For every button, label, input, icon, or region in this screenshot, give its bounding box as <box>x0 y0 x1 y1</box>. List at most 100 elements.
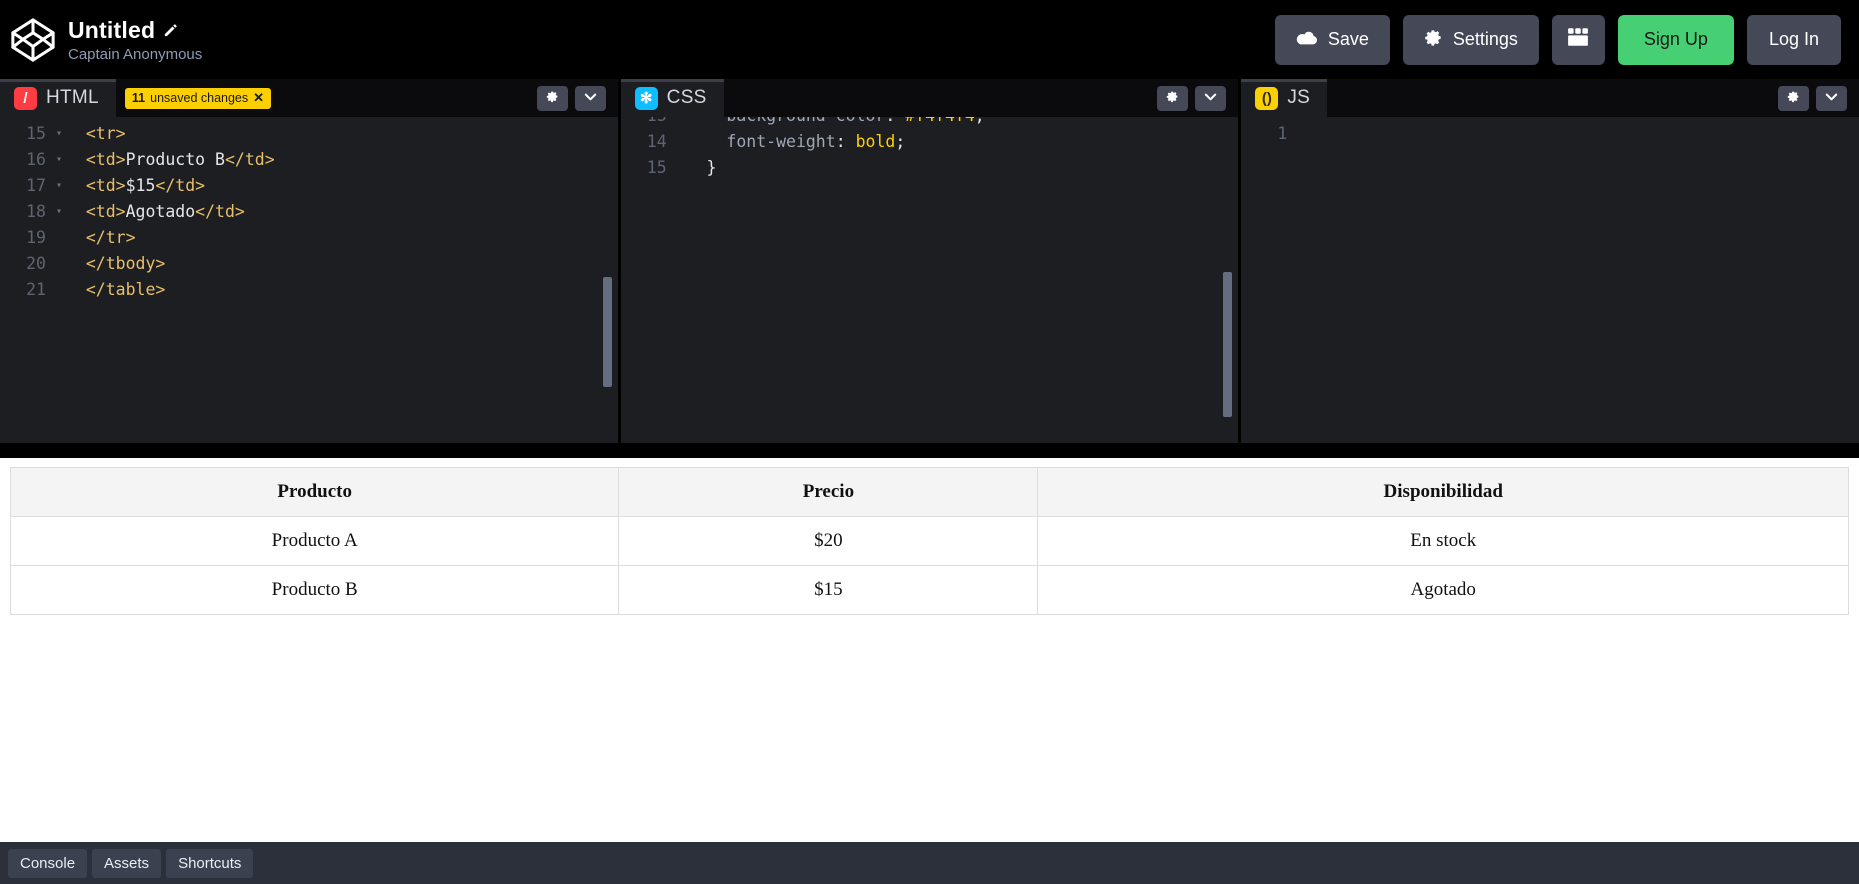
gear-icon <box>1166 90 1179 106</box>
js-collapse-button[interactable] <box>1816 85 1848 111</box>
table-row: Producto A $20 En stock <box>9 516 1849 566</box>
table-column-header: Precio <box>618 467 1039 517</box>
code-line: 16 ▾ <td> Producto B </td> <box>0 147 618 173</box>
pen-meta: Untitled Captain Anonymous <box>68 17 202 63</box>
code-token: </table> <box>66 280 166 299</box>
console-button[interactable]: Console <box>8 848 88 878</box>
code-line: 1 <box>1241 121 1859 147</box>
shortcuts-button[interactable]: Shortcuts <box>166 848 254 878</box>
pencil-icon[interactable] <box>163 23 178 38</box>
preview-pane: Producto Precio Disponibilidad Producto A $… <box>0 458 1859 842</box>
code-token: : <box>885 117 905 129</box>
code-token: } <box>686 158 717 177</box>
save-button[interactable]: Save <box>1274 14 1390 65</box>
html-settings-button[interactable] <box>536 85 568 111</box>
code-token: <td> <box>66 150 126 169</box>
css-collapse-button[interactable] <box>1195 85 1227 111</box>
table-cell: $20 <box>618 516 1039 566</box>
layout-grid-icon <box>1567 27 1589 52</box>
pen-title-row: Untitled <box>68 17 202 44</box>
code-line: 14 font-weight: bold; <box>621 129 1239 155</box>
code-token: #f4f4f4 <box>905 117 975 129</box>
tab-js[interactable]: () JS <box>1241 79 1328 117</box>
fold-arrow-icon[interactable]: ▾ <box>52 147 66 173</box>
code-token: </td> <box>155 176 206 195</box>
code-token: font-weight <box>686 132 836 151</box>
css-editor-pane: ✻ CSS 13 background-color: #f4f4f4;14 fo… <box>620 79 1239 443</box>
page-title: Untitled <box>68 16 156 43</box>
editor-panes: / HTML 11 unsaved changes ✕ 15 ▾ <tr> 16… <box>0 79 1859 443</box>
log-in-button[interactable]: Log In <box>1746 14 1841 65</box>
line-number: 16 <box>26 150 46 169</box>
settings-button[interactable]: Settings <box>1402 14 1539 65</box>
table-column-header: Producto <box>9 467 620 517</box>
js-code-lines: 1 <box>1241 121 1859 147</box>
code-token: background-color <box>687 117 885 129</box>
code-token: ; <box>975 117 985 129</box>
code-line: 21 </table> <box>0 277 618 303</box>
code-token: <td> <box>66 176 126 195</box>
js-code-area[interactable]: 1 <box>1241 117 1859 443</box>
chevron-down-icon <box>1203 89 1218 107</box>
chevron-down-icon <box>583 89 598 107</box>
unsaved-text: unsaved changes <box>150 90 249 105</box>
css-code-area[interactable]: 13 background-color: #f4f4f4;14 font-wei… <box>620 117 1239 443</box>
code-line: 18 ▾ <td> Agotado </td> <box>0 199 618 225</box>
html-code-area[interactable]: 15 ▾ <tr> 16 ▾ <td> Producto B </td> 17 ▾ <td> $… <box>0 117 618 443</box>
unsaved-changes-badge[interactable]: 11 unsaved changes ✕ <box>124 87 272 109</box>
products-table: Producto Precio Disponibilidad Producto A $… <box>9 467 1849 615</box>
tab-css[interactable]: ✻ CSS <box>620 79 724 117</box>
code-token: </tr> <box>66 228 136 247</box>
css-code-lines: 13 background-color: #f4f4f4;14 font-wei… <box>621 117 1239 181</box>
js-logo-icon: () <box>1255 86 1279 110</box>
table-cell: Producto B <box>9 565 620 615</box>
gear-icon <box>546 90 559 106</box>
html-logo-icon: / <box>14 86 37 110</box>
codepen-logo-icon[interactable] <box>10 17 56 63</box>
css-editor-header: ✻ CSS <box>620 79 1239 117</box>
js-settings-button[interactable] <box>1778 85 1810 111</box>
gear-icon <box>1424 28 1443 52</box>
cloud-icon <box>1296 29 1318 50</box>
tab-html[interactable]: / HTML <box>0 79 116 117</box>
gear-icon <box>1787 90 1800 106</box>
code-token: bold <box>855 132 896 151</box>
fold-arrow-icon[interactable]: ▾ <box>52 199 66 225</box>
line-number: 15 <box>646 158 667 177</box>
fold-arrow-icon[interactable]: ▾ <box>52 121 66 147</box>
html-editor-scrollbar[interactable] <box>602 277 612 387</box>
code-token: </td> <box>224 150 275 169</box>
html-collapse-button[interactable] <box>574 85 606 111</box>
html-code-lines: 15 ▾ <tr> 16 ▾ <td> Producto B </td> 17 ▾ <td> $… <box>0 121 618 303</box>
css-editor-scrollbar[interactable] <box>1223 272 1233 417</box>
brand-area: Untitled Captain Anonymous <box>10 17 202 63</box>
line-number: 17 <box>26 176 46 195</box>
code-token: $15 <box>125 176 156 195</box>
code-token: : <box>835 132 856 151</box>
top-actions: Save Settings Sign Up Log In <box>1274 14 1841 65</box>
fold-arrow-icon <box>52 225 66 251</box>
close-icon[interactable]: ✕ <box>253 91 264 104</box>
products-table-body: Producto A $20 En stock Producto B $15 Agotad… <box>9 516 1849 615</box>
footer-bar: Console Assets Shortcuts <box>0 842 1859 884</box>
fold-arrow-icon[interactable]: ▾ <box>52 173 66 199</box>
code-line: 15 } <box>621 155 1239 181</box>
code-line: 15 ▾ <tr> <box>0 121 618 147</box>
pen-author[interactable]: Captain Anonymous <box>68 46 202 63</box>
css-settings-button[interactable] <box>1157 85 1189 111</box>
assets-button[interactable]: Assets <box>92 848 162 878</box>
tab-html-label: HTML <box>46 87 99 108</box>
css-logo-icon: ✻ <box>634 86 658 110</box>
chevron-down-icon <box>1824 89 1839 107</box>
save-button-label: Save <box>1327 29 1369 49</box>
line-number: 19 <box>26 228 46 247</box>
sign-up-button[interactable]: Sign Up <box>1617 14 1734 65</box>
fold-arrow-icon <box>673 155 687 181</box>
js-editor-pane: () JS 1 <box>1241 79 1859 443</box>
code-line: 19 </tr> <box>0 225 618 251</box>
layout-button[interactable] <box>1551 14 1605 65</box>
settings-button-label: Settings <box>1452 29 1518 49</box>
html-editor-header: / HTML 11 unsaved changes ✕ <box>0 79 618 117</box>
top-bar: Untitled Captain Anonymous Save Settings… <box>0 0 1859 79</box>
fold-arrow-icon <box>1293 121 1307 147</box>
